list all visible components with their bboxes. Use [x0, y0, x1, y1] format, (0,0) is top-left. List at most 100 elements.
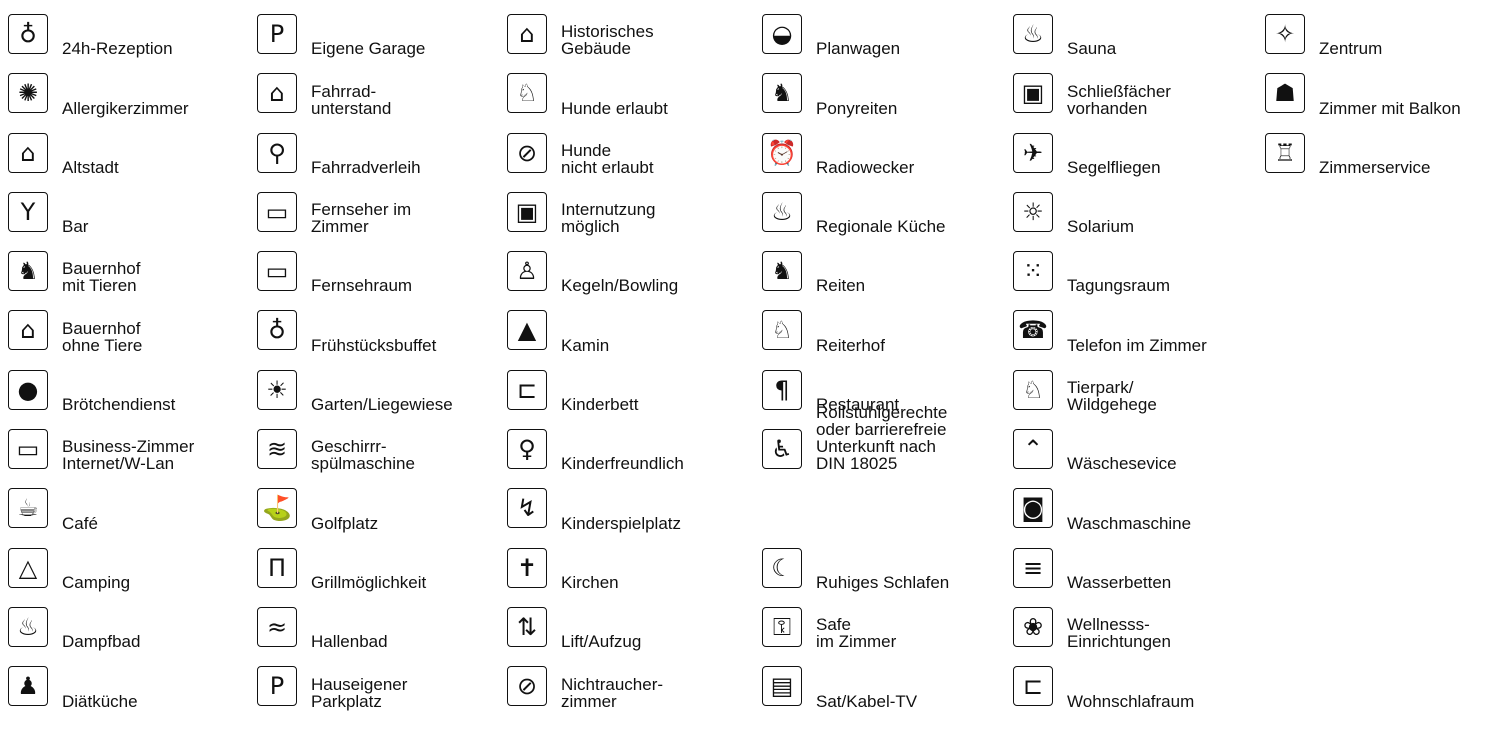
legend-column-4: ◒ Planwagen ♞ Ponyreiten ⏰ Radiowecker ♨ Region… [762, 14, 1012, 726]
legend-label: Regionale Küche [816, 217, 946, 237]
legend-label: Rollstuhlgerechte oder barrierefreie Unt… [816, 403, 948, 474]
deer-icon: ♘ [1013, 369, 1053, 410]
bowling-icon: ♙ [507, 251, 547, 292]
legend-label: Brötchendienst [62, 395, 176, 415]
legend-label: Lift/Aufzug [561, 632, 642, 652]
legend-item: ⊏ Wohnschlafraum [1013, 666, 1263, 725]
center-target-icon: ✧ [1265, 14, 1305, 54]
legend-label: Internutzung möglich [561, 200, 656, 237]
legend-item: ☀ Garten/Liegewiese [257, 369, 507, 429]
legend-label: Dampfbad [62, 632, 141, 652]
legend-item: ⌂ Historisches Gebäude [507, 14, 757, 73]
legend-column-6: ✧ Zentrum ☗ Zimmer mit Balkon ♖ Zimmerservice [1265, 14, 1491, 192]
legend-label: Kinderspielplatz [561, 513, 682, 533]
legend-label: Fahrrad- unterstand [311, 81, 392, 118]
legend-item: ⏰ Radiowecker [762, 132, 1012, 192]
legend-label: Radiowecker [816, 157, 915, 177]
balcony-icon: ☗ [1265, 73, 1305, 114]
legend-label: Planwagen [816, 39, 901, 59]
legend-item: ≋ Geschirrr- spülmaschine [257, 429, 507, 488]
legend-item: ◒ Planwagen [762, 14, 1012, 73]
legend-label: Kirchen [561, 572, 619, 592]
legend-item: ✈ Segelfliegen [1013, 132, 1263, 192]
legend-item: ✧ Zentrum [1265, 14, 1491, 73]
legend-item: ⌂ Fahrrad- unterstand [257, 73, 507, 132]
swimmer-icon: ≈ [257, 606, 297, 647]
legend-item: ▭ Fernsehraum [257, 251, 507, 310]
legend-column-1: ♁ 24h-Rezeption ✺ Allergikerzimmer ⌂ Altstadt… [8, 14, 258, 726]
legend-item: ♨ Regionale Küche [762, 191, 1012, 251]
sofa-bed-icon: ⊏ [1013, 666, 1053, 707]
legend-label: Bar [62, 217, 89, 237]
tv-room-icon: ▭ [257, 251, 297, 292]
legend-label: Bauernhof mit Tieren [62, 259, 141, 296]
legend-label: Fahrradverleih [311, 157, 421, 177]
legend-label: Hauseigener Parkplatz [311, 674, 408, 711]
legend-item: ♨ Dampfbad [8, 606, 258, 666]
legend-label: Telefon im Zimmer [1067, 335, 1207, 355]
legend-label: Tagungsraum [1067, 276, 1171, 296]
legend-label: Wäschesevice [1067, 454, 1177, 474]
hanger-shirt-icon: ⌃ [1013, 429, 1053, 470]
legend-item: ▣ Internutzung möglich [507, 191, 757, 251]
legend-label: Hunde erlaubt [561, 98, 668, 118]
legend-item: ⇅ Lift/Aufzug [507, 606, 757, 666]
legend-label: Fernsehraum [311, 276, 413, 296]
cocktail-glass-icon: Y [8, 191, 48, 232]
legend-item: P Eigene Garage [257, 14, 507, 73]
legend-label: Altstadt [62, 157, 119, 177]
farm-house-icon: ⌂ [8, 310, 48, 351]
cooking-pot-icon: ♨ [762, 191, 802, 232]
washing-machine-icon: ◙ [1013, 488, 1053, 529]
legend-item: ⛳ Golfplatz [257, 488, 507, 547]
legend-label: Eigene Garage [311, 39, 426, 59]
wellness-lotus-icon: ❀ [1013, 606, 1053, 647]
legend-item: ♘ Hunde erlaubt [507, 73, 757, 132]
legend-item: ⚿ Safe im Zimmer [762, 606, 1012, 666]
legend-item: ☎ Telefon im Zimmer [1013, 310, 1263, 369]
legend-label: Café [62, 513, 98, 533]
steam-bath-icon: ♨ [8, 606, 48, 647]
legend-item: ▭ Business-Zimmer Internet/W-Lan [8, 429, 258, 488]
legend-item: ♙ Kegeln/Bowling [507, 251, 757, 310]
legend-label: Nichtraucher- zimmer [561, 674, 664, 711]
garden-lounger-icon: ☀ [257, 369, 297, 410]
legend-label: Tierpark/ Wildgehege [1067, 378, 1157, 415]
coffee-cup-icon: ☕ [8, 488, 48, 529]
legend-item: ⊘ Hunde nicht erlaubt [507, 132, 757, 192]
legend-item: ☼ Solarium [1013, 191, 1263, 251]
legend-label: Zimmerservice [1319, 157, 1431, 177]
legend-item: ♟ Diätküche [8, 666, 258, 725]
safe-key-icon: ⚿ [762, 606, 802, 647]
legend-item: ⚲ Fahrradverleih [257, 132, 507, 192]
legend-item: ✺ Allergikerzimmer [8, 73, 258, 132]
legend-label: Zimmer mit Balkon [1319, 98, 1461, 118]
playground-swing-icon: ↯ [507, 488, 547, 529]
fork-knife-icon: ¶ [762, 369, 802, 410]
dishwasher-icon: ≋ [257, 429, 297, 470]
legend-item: ▲ Kamin [507, 310, 757, 369]
legend-item: P Hauseigener Parkplatz [257, 666, 507, 725]
legend-item: ▭ Fernseher im Zimmer [257, 191, 507, 251]
legend-item: ♘ Reiterhof [762, 310, 1012, 369]
legend-item: ❀ Wellnesss- Einrichtungen [1013, 606, 1263, 666]
legend-item: ♀ Kinderfreundlich [507, 429, 757, 488]
child-bed-icon: ⊏ [507, 369, 547, 410]
no-smoking-icon: ⊘ [507, 666, 547, 707]
fireplace-icon: ▲ [507, 310, 547, 351]
legend-item: ♖ Zimmerservice [1265, 132, 1491, 192]
legend-item: ≡ Wasserbetten [1013, 547, 1263, 607]
legend-item [762, 488, 1012, 547]
legend-item: ▤ Sat/Kabel-TV [762, 666, 1012, 725]
lockers-icon: ▣ [1013, 73, 1053, 114]
legend-item: ● Brötchendienst [8, 369, 258, 429]
legend-label: Kamin [561, 335, 610, 355]
legend-label: Hallenbad [311, 632, 388, 652]
solarium-icon: ☼ [1013, 191, 1053, 232]
computer-icon: ▣ [507, 191, 547, 232]
legend-item: ⌂ Bauernhof ohne Tiere [8, 310, 258, 369]
legend-label: Solarium [1067, 217, 1135, 237]
covered-wagon-icon: ◒ [762, 14, 802, 54]
legend-label: Hunde nicht erlaubt [561, 140, 654, 177]
dog-icon: ♘ [507, 73, 547, 114]
